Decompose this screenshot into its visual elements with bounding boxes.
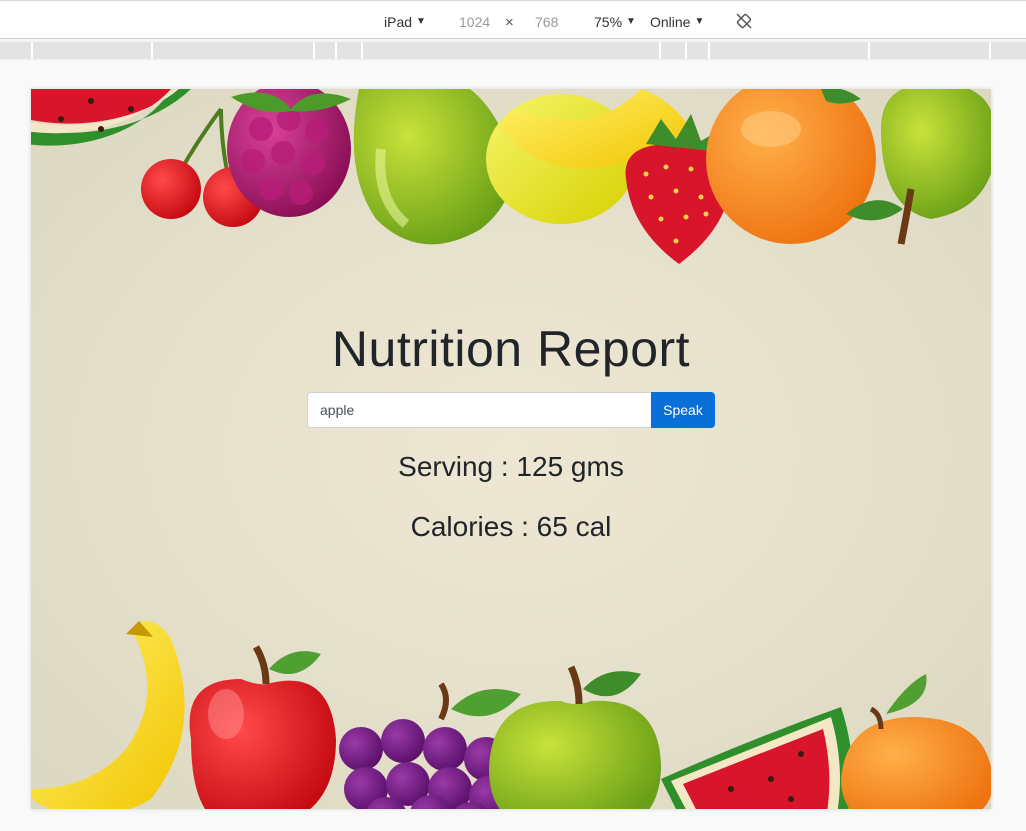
- zoom-select[interactable]: 75% ▼: [594, 13, 636, 31]
- red-apple-icon: [189, 645, 336, 809]
- orange-icon: [706, 89, 876, 244]
- device-toolbar: iPad ▼ 1024 × 768 75% ▼ Online ▼: [0, 0, 1026, 39]
- food-search-value: apple: [320, 402, 355, 418]
- peach-icon: [841, 674, 991, 809]
- fruit-background-illustration: [31, 89, 991, 809]
- width-value: 1024: [459, 14, 491, 30]
- height-field[interactable]: 768: [535, 13, 558, 31]
- rotate-icon: [736, 13, 752, 29]
- chevron-down-icon: ▼: [626, 16, 636, 27]
- food-search-input[interactable]: apple: [307, 392, 651, 428]
- watermelon-bottom-icon: [661, 707, 853, 809]
- height-value: 768: [535, 14, 559, 30]
- green-apple-bottom-icon: [489, 665, 661, 809]
- chevron-down-icon: ▼: [416, 16, 426, 27]
- food-search-group: apple Speak: [307, 392, 715, 428]
- width-field[interactable]: 1024: [459, 13, 490, 31]
- watermelon-top-icon: [31, 89, 191, 146]
- throttle-select[interactable]: Online ▼: [650, 13, 704, 31]
- page-title: Nutrition Report: [331, 321, 691, 377]
- device-screen: Nutrition Report apple Speak Serving : 1…: [31, 89, 991, 809]
- rotate-button[interactable]: [735, 12, 753, 30]
- serving-text: Serving : 125 gms: [398, 451, 624, 482]
- calories-text: Calories : 65 cal: [410, 511, 612, 542]
- zoom-label: 75%: [594, 14, 623, 30]
- dimension-separator: ×: [505, 14, 514, 31]
- media-query-bar: [0, 40, 1026, 61]
- speak-button[interactable]: Speak: [651, 392, 715, 428]
- device-label: iPad: [384, 14, 413, 30]
- chevron-down-icon: ▼: [694, 16, 705, 27]
- device-select[interactable]: iPad ▼: [384, 13, 426, 31]
- banana-icon: [31, 621, 185, 809]
- throttle-label: Online: [650, 14, 691, 30]
